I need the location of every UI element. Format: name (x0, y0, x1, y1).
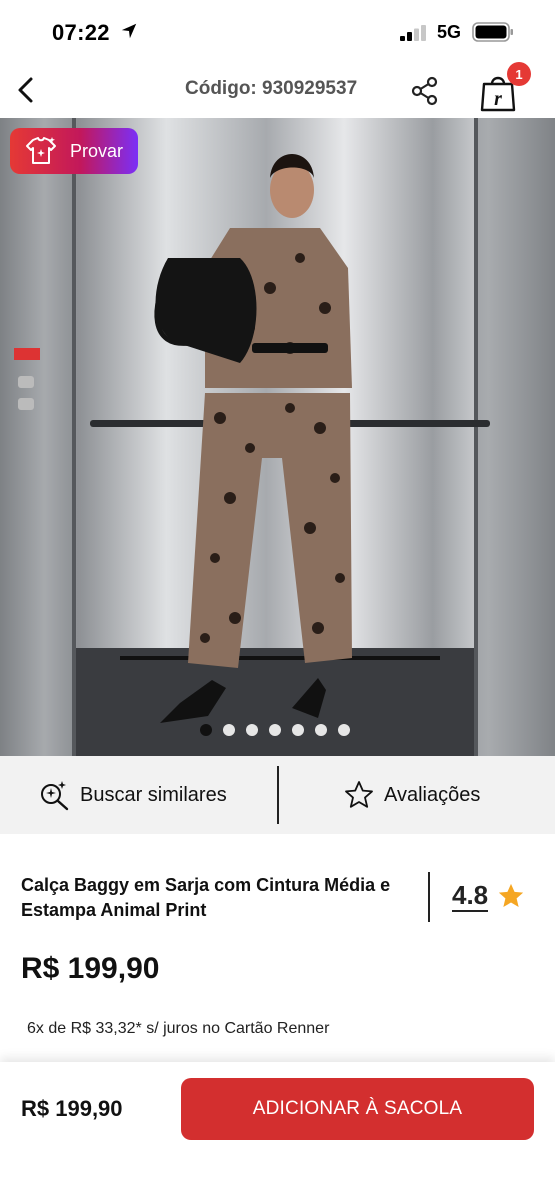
bottom-price: R$ 199,90 (21, 1096, 123, 1121)
product-code: Código: 930929537 (185, 78, 358, 99)
status-bar: 07:22 5G (0, 0, 555, 64)
location-arrow-icon (121, 23, 137, 39)
product-photo (0, 118, 555, 756)
battery-icon (472, 22, 513, 42)
cell-signal-icon (400, 25, 426, 41)
reviews-label: Avaliações (384, 783, 481, 806)
action-row: Buscar similares Avaliações (0, 756, 555, 834)
add-to-bag-button[interactable]: ADICIONAR À SACOLA (181, 1078, 534, 1140)
virtual-try-on-shirt-icon (26, 137, 56, 164)
share-icon (411, 76, 438, 106)
carousel-dot-1[interactable] (200, 724, 212, 736)
search-similar-label: Buscar similares (80, 783, 227, 806)
try-on-label: Provar (70, 140, 124, 161)
reviews-button[interactable]: Avaliações (344, 776, 480, 814)
try-on-button[interactable]: Provar (10, 128, 138, 174)
back-button[interactable] (10, 72, 42, 108)
product-image-carousel[interactable]: Provar (0, 118, 555, 756)
carousel-dot-2[interactable] (223, 724, 235, 736)
carousel-indicator (200, 724, 350, 736)
search-similar-button[interactable]: Buscar similares (38, 776, 227, 814)
share-button[interactable] (408, 74, 442, 108)
network-type: 5G (437, 22, 462, 42)
carousel-dot-5[interactable] (292, 724, 304, 736)
bottom-purchase-bar: R$ 199,90 ADICIONAR À SACOLA (0, 1062, 555, 1200)
nav-bar: Código: 930929537 r 1 (0, 62, 555, 118)
product-title: Calça Baggy em Sarja com Cintura Média e… (21, 875, 391, 920)
chevron-left-icon (18, 77, 33, 103)
action-divider (277, 766, 279, 824)
carousel-dot-4[interactable] (269, 724, 281, 736)
product-price: R$ 199,90 (21, 952, 160, 985)
installments-info: 6x de R$ 33,32* s/ juros no Cartão Renne… (27, 1020, 330, 1037)
rating-divider (428, 872, 430, 922)
product-rating[interactable]: 4.8 (452, 880, 489, 912)
carousel-dot-6[interactable] (315, 724, 327, 736)
status-time: 07:22 (52, 20, 110, 45)
carousel-dot-7[interactable] (338, 724, 350, 736)
sparkle-search-icon (41, 781, 69, 811)
cart-count-badge: 1 (507, 62, 531, 86)
star-outline-icon (345, 781, 373, 808)
carousel-dot-3[interactable] (246, 724, 258, 736)
star-filled-icon (498, 883, 524, 908)
svg-text:r: r (494, 88, 502, 110)
